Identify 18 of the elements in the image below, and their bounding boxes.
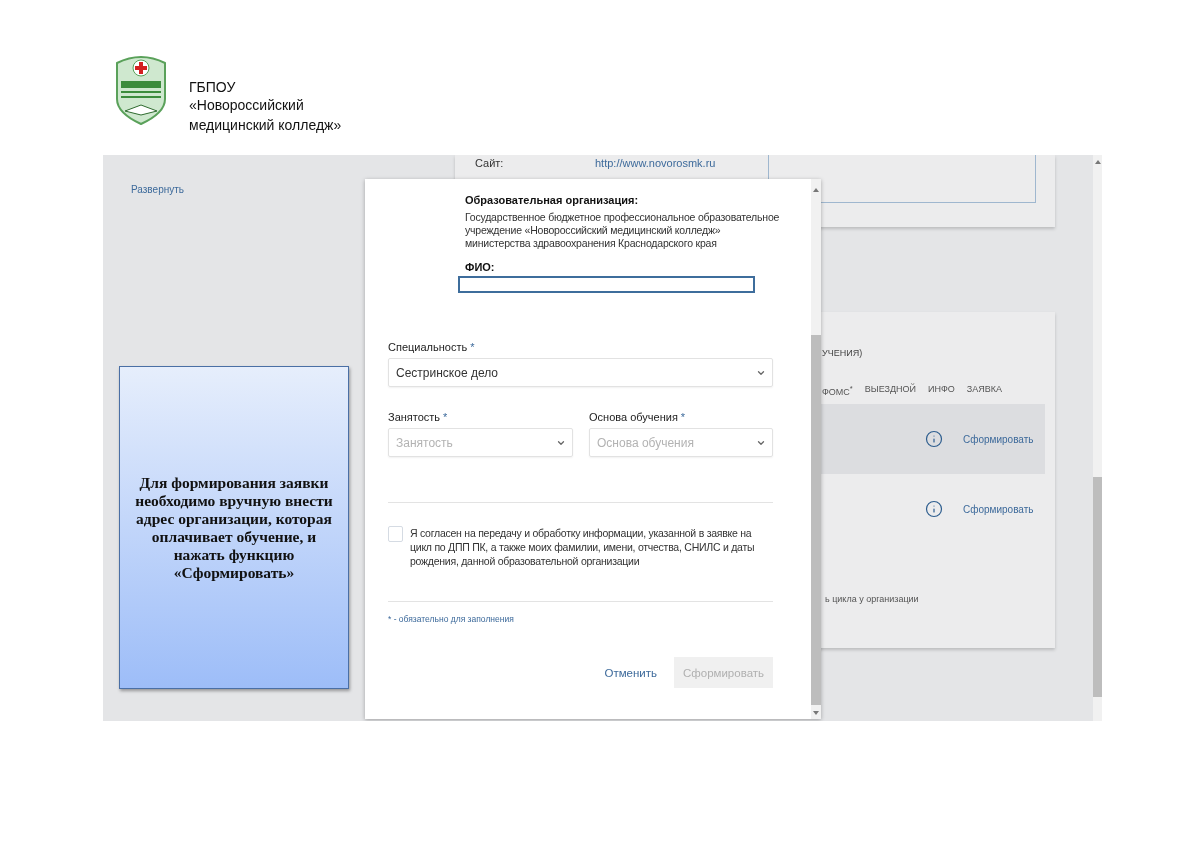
- organization-label: Образовательная организация:: [465, 194, 640, 206]
- college-name: «Новороссийский: [189, 96, 305, 115]
- required-note: * - обязательно для заполнения: [388, 614, 515, 624]
- field-label: Занятость *: [388, 411, 449, 423]
- column-header: ЗАЯВКА: [966, 384, 1003, 396]
- name-label: ФИО:: [465, 261, 496, 273]
- column-header: ИНФО: [928, 384, 955, 396]
- college-name: ГБПОУ: [189, 79, 237, 95]
- footer-text: ь цикла у организации: [824, 594, 920, 604]
- college-name: медицинский колледж»: [189, 116, 342, 135]
- consent-text: Я согласен на передачу и обработку информации, указанной в заявке на цикл по ДПП ПК, а также моих фамилии, имени, отчества, СНИЛС и даты рождения, данной образовательной организации: [410, 526, 756, 568]
- field-label: Основа обучения *: [589, 411, 687, 423]
- site-label: Сайт:: [475, 157, 505, 169]
- column-header: ВЫЕЗДНОЙ: [864, 384, 917, 396]
- field-label: Специальность *: [388, 341, 476, 353]
- organization-name: Государственное бюджетное профессиональное образовательное учреждение «Новороссийский медицинский колледж» министерства здравоохранения Краснодарского края: [465, 211, 780, 250]
- column-header: ФОМС$^{*}$: [822, 384, 853, 399]
- callout-text: Для формирования заявки необходимо вручную внести адрес организации, которая оплачивает обучение, и нажать функцию «Сформировать»: [134, 473, 334, 582]
